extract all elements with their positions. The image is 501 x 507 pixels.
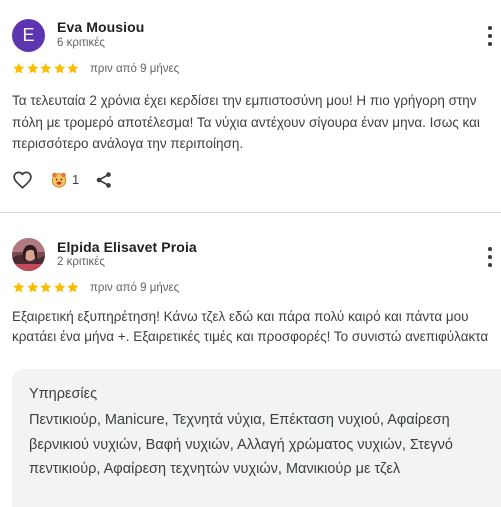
- more-vert-icon[interactable]: [486, 26, 494, 46]
- review-text: Τα τελευταία 2 χρόνια έχει κερδίσει την …: [12, 93, 480, 151]
- more-vert-icon[interactable]: [486, 247, 494, 267]
- star-icon: [53, 62, 66, 74]
- star-icon: [67, 62, 79, 74]
- review-card: E Eva Mousiou 6 κριτικές πριν από 9 μήνε…: [0, 0, 501, 213]
- review-time: πριν από 9 μήνες: [90, 63, 180, 75]
- reviewer-name[interactable]: Eva Mousiou: [57, 19, 144, 35]
- star-icon: [26, 281, 38, 293]
- divider: [0, 212, 501, 213]
- review-count: 2 κριτικές: [57, 256, 105, 268]
- reviewer-name[interactable]: Elpida Elisavet Proia: [57, 239, 197, 255]
- reaction-emoji-icon: [51, 172, 67, 188]
- star-icon: [13, 62, 25, 74]
- star-icon: [53, 281, 66, 293]
- star-rating: [12, 62, 80, 75]
- review-time: πριν από 9 μήνες: [90, 282, 180, 294]
- like-heart-icon[interactable]: [12, 170, 33, 189]
- reaction-count: 1: [72, 172, 80, 187]
- reaction-group[interactable]: 1: [33, 171, 79, 189]
- avatar[interactable]: [12, 238, 45, 271]
- review-count: 6 κριτικές: [57, 37, 105, 49]
- star-icon: [26, 62, 38, 74]
- services-panel: Υπηρεσίες Πεντικιούρ, Manicure, Τεχνητά …: [12, 369, 501, 507]
- star-rating: [12, 281, 80, 294]
- review-text: Εξαιρετική εξυπηρέτηση! Κάνω τζελ εδώ κα…: [12, 309, 489, 344]
- star-icon: [40, 281, 52, 293]
- star-icon: [40, 62, 52, 74]
- share-icon[interactable]: [95, 171, 113, 189]
- review-actions: 1: [12, 170, 113, 189]
- services-title: Υπηρεσίες: [29, 386, 98, 402]
- services-list: Πεντικιούρ, Manicure, Τεχνητά νύχια, Επέ…: [29, 412, 453, 477]
- star-icon: [13, 281, 25, 293]
- avatar[interactable]: E: [12, 19, 45, 52]
- profile-photo: [12, 238, 45, 271]
- star-icon: [67, 281, 79, 293]
